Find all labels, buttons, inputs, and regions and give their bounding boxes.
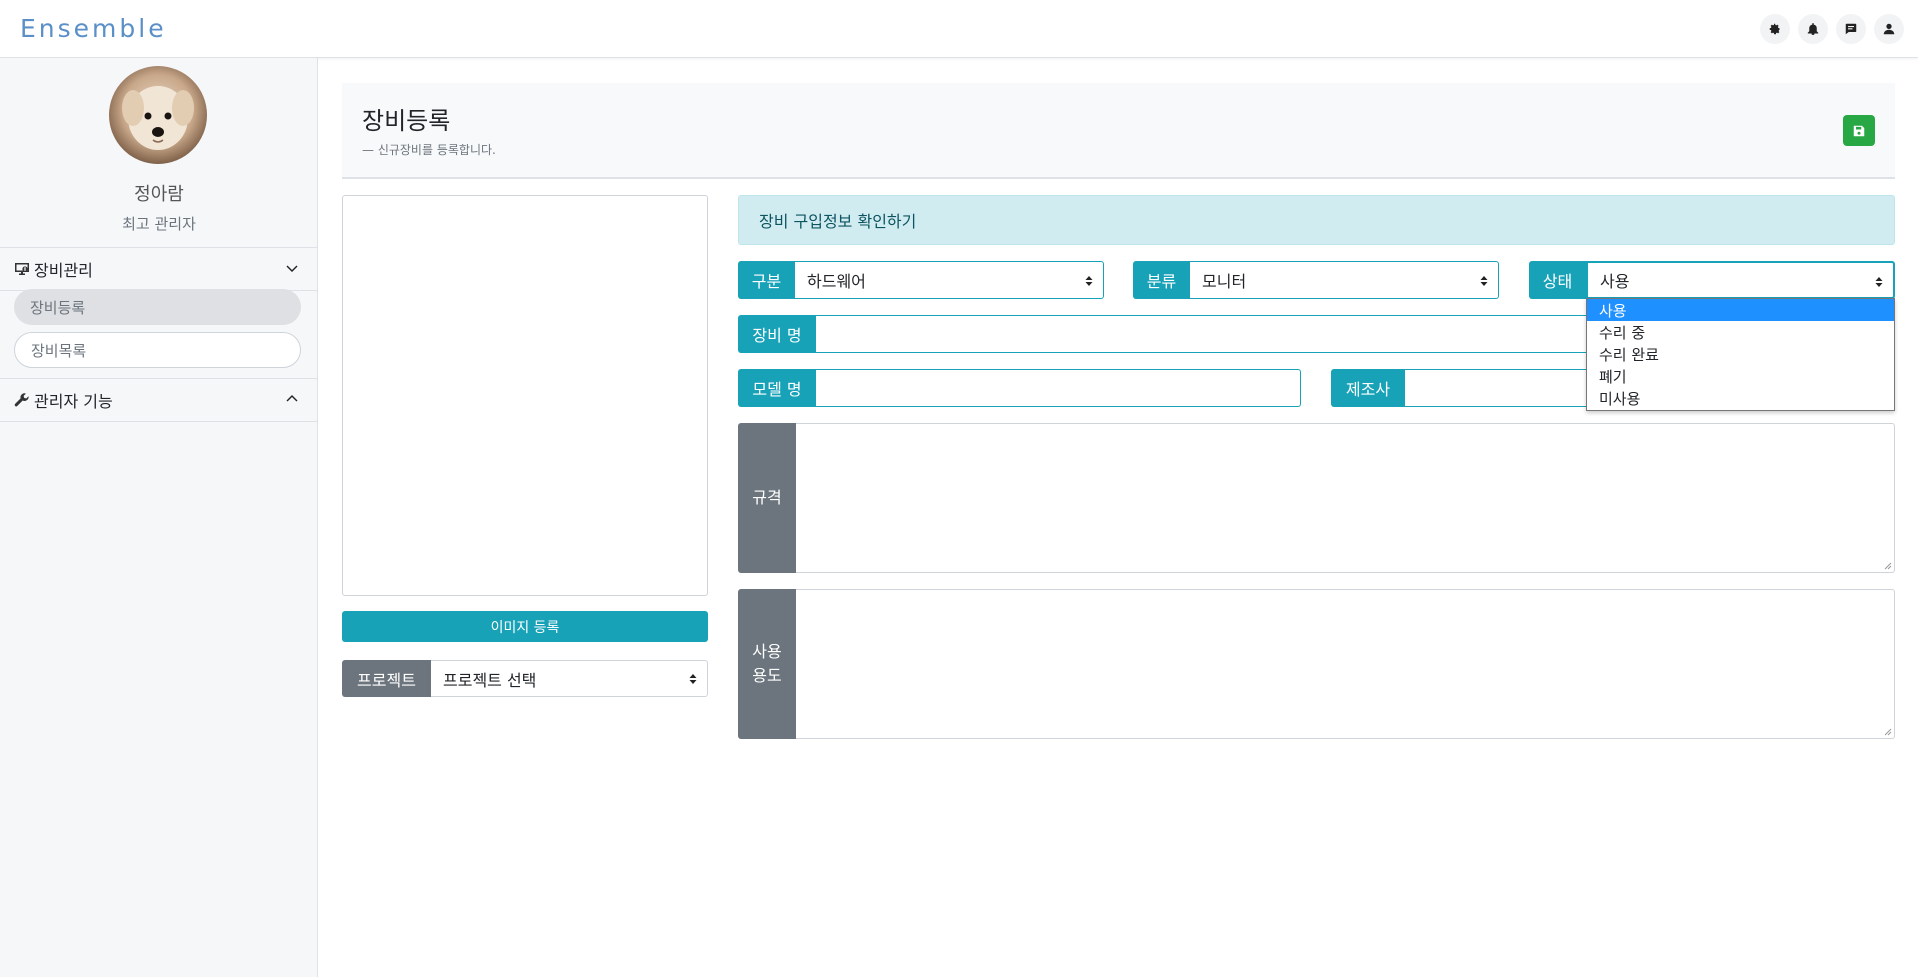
status-select[interactable]: 사용 (1586, 261, 1895, 299)
page-header: 장비등록 — 신규장비를 등록합니다. (342, 83, 1895, 179)
save-button[interactable] (1843, 115, 1875, 146)
user-name: 정아람 (134, 184, 184, 205)
message-icon (1845, 23, 1857, 35)
dog-avatar-image (109, 66, 207, 164)
messages-button[interactable] (1836, 14, 1866, 44)
select-arrows-icon (1480, 276, 1488, 286)
notifications-button[interactable] (1798, 14, 1828, 44)
wrench-icon (14, 393, 29, 407)
resize-grip-icon[interactable] (1882, 726, 1892, 736)
status-option-in-use[interactable]: 사용 (1587, 299, 1894, 321)
top-icon-group (1760, 14, 1904, 44)
usage-label-line1: 사용 (752, 642, 782, 661)
gear-icon (1769, 23, 1780, 35)
profile-button[interactable] (1874, 14, 1904, 44)
equipment-name-label: 장비 명 (738, 315, 816, 353)
class-select-value: 모니터 (1202, 272, 1247, 291)
status-option-repaired[interactable]: 수리 완료 (1587, 343, 1894, 365)
top-navbar: Ensemble (0, 0, 1918, 58)
category-label: 구분 (738, 261, 795, 299)
status-group: 상태 사용 (1529, 261, 1895, 299)
class-label: 분류 (1133, 261, 1190, 299)
category-select[interactable]: 하드웨어 (795, 261, 1104, 299)
bell-icon (1807, 23, 1819, 35)
select-arrows-icon (1875, 277, 1883, 287)
select-arrows-icon (1085, 276, 1093, 286)
spec-group: 규격 (738, 423, 1895, 573)
status-option-unused[interactable]: 미사용 (1587, 387, 1894, 409)
status-dropdown-list: 사용 수리 중 수리 완료 폐기 미사용 (1586, 298, 1895, 411)
usage-group: 사용 용도 (738, 589, 1895, 739)
status-option-disposed[interactable]: 폐기 (1587, 365, 1894, 387)
select-arrows-icon (689, 674, 697, 684)
menu-section-equipment[interactable]: 장비관리 (0, 247, 318, 291)
category-group: 구분 하드웨어 (738, 261, 1104, 299)
usage-label: 사용 용도 (738, 589, 796, 739)
status-option-repairing[interactable]: 수리 중 (1587, 321, 1894, 343)
usage-textarea[interactable] (796, 589, 1895, 739)
resize-grip-icon[interactable] (1882, 560, 1892, 570)
save-icon (1853, 125, 1865, 136)
menu-section-label: 장비관리 (34, 261, 93, 280)
status-label: 상태 (1529, 261, 1586, 299)
sidebar-item-label: 장비등록 (30, 298, 86, 317)
model-name-label: 모델 명 (738, 369, 816, 407)
sidebar-item-label: 장비목록 (31, 341, 87, 360)
menu-section-admin[interactable]: 관리자 기능 (0, 378, 318, 422)
project-label: 프로젝트 (342, 660, 431, 697)
manufacturer-label: 제조사 (1331, 369, 1405, 407)
brand-logo[interactable]: Ensemble (20, 14, 167, 43)
chevron-down-icon (286, 265, 298, 272)
sidebar: 정아람 최고 관리자 장비관리 장비등록 장비목록 관리자 기능 (0, 58, 318, 977)
user-icon (1883, 23, 1895, 35)
image-preview (342, 195, 708, 596)
avatar[interactable] (109, 66, 207, 164)
sidebar-item-equipment-list[interactable]: 장비목록 (14, 332, 301, 368)
chevron-up-icon (286, 395, 298, 402)
class-group: 분류 모니터 (1133, 261, 1499, 299)
image-upload-button[interactable]: 이미지 등록 (342, 611, 708, 642)
purchase-info-toggle[interactable]: 장비 구입정보 확인하기 (738, 195, 1895, 245)
project-select[interactable]: 프로젝트 선택 (431, 660, 708, 697)
page-title: 장비등록 (362, 107, 451, 135)
model-name-group: 모델 명 (738, 369, 1301, 407)
category-select-value: 하드웨어 (807, 272, 866, 291)
settings-button[interactable] (1760, 14, 1790, 44)
project-select-group: 프로젝트 프로젝트 선택 (342, 660, 708, 697)
spec-textarea[interactable] (796, 423, 1895, 573)
class-select[interactable]: 모니터 (1190, 261, 1499, 299)
user-role: 최고 관리자 (122, 215, 196, 233)
sidebar-item-equipment-register[interactable]: 장비등록 (14, 289, 301, 325)
project-select-value: 프로젝트 선택 (443, 670, 537, 690)
spec-label: 규격 (738, 423, 796, 573)
menu-section-label: 관리자 기능 (34, 392, 113, 411)
usage-label-line2: 용도 (752, 666, 782, 685)
monitor-icon (15, 263, 29, 275)
model-name-input[interactable] (816, 369, 1301, 407)
page-subtitle: — 신규장비를 등록합니다. (362, 143, 496, 157)
status-select-value: 사용 (1600, 272, 1630, 291)
